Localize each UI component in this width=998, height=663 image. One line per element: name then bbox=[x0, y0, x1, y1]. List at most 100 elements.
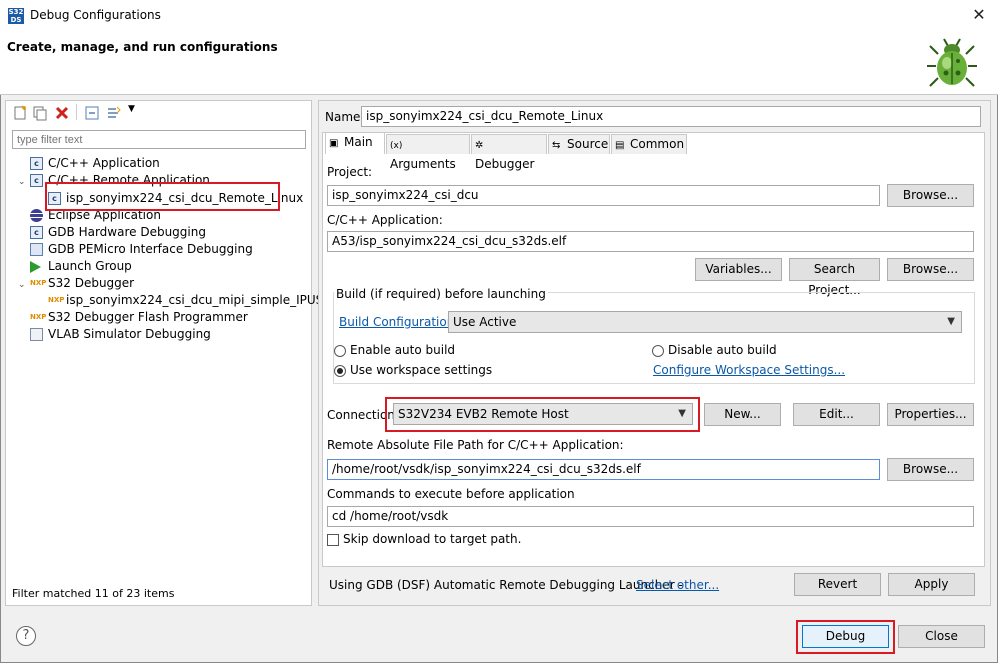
expand-chevron-icon[interactable]: ⌄ bbox=[18, 174, 30, 191]
tab-source[interactable]: ⇆ Source bbox=[548, 134, 610, 154]
variables-button[interactable]: Variables... bbox=[695, 258, 782, 281]
tree-item[interactable]: ⌄ NXP S32 Debugger bbox=[18, 275, 308, 292]
selected-config-highlight bbox=[45, 182, 280, 211]
c-icon: c bbox=[30, 174, 43, 187]
debug-highlight bbox=[796, 620, 895, 654]
tab-label: Main bbox=[344, 135, 373, 149]
tab-arguments[interactable]: (x) Arguments bbox=[386, 134, 470, 171]
filter-input[interactable] bbox=[12, 130, 306, 149]
application-field[interactable]: A53/isp_sonyimx224_csi_dcu_s32ds.elf bbox=[327, 231, 974, 252]
new-configuration-icon[interactable] bbox=[12, 105, 28, 121]
pemicro-icon bbox=[30, 243, 43, 256]
apply-button[interactable]: Apply bbox=[888, 573, 975, 596]
tree-item-label: GDB PEMicro Interface Debugging bbox=[48, 242, 253, 256]
use-workspace-settings-radio[interactable]: Use workspace settings bbox=[334, 363, 492, 377]
checkbox-icon bbox=[327, 533, 339, 546]
duplicate-icon[interactable] bbox=[32, 105, 48, 121]
tab-main[interactable]: ▣ Main bbox=[325, 132, 385, 154]
name-field[interactable]: isp_sonyimx224_csi_dcu_Remote_Linux bbox=[361, 106, 981, 127]
configure-workspace-link[interactable]: Configure Workspace Settings... bbox=[653, 363, 845, 377]
use-workspace-settings-label: Use workspace settings bbox=[350, 363, 493, 377]
nxp-icon: NXP bbox=[30, 279, 47, 287]
application-browse-button[interactable]: Browse... bbox=[887, 258, 974, 281]
remote-path-label: Remote Absolute File Path for C/C++ Appl… bbox=[327, 438, 624, 452]
build-group-label: Build (if required) before launching bbox=[334, 287, 548, 301]
build-configuration-value: Use Active bbox=[453, 315, 517, 329]
vlab-icon bbox=[30, 328, 43, 341]
delete-icon[interactable] bbox=[54, 105, 70, 121]
close-button[interactable]: Close bbox=[898, 625, 985, 648]
application-label: C/C++ Application: bbox=[327, 213, 443, 227]
skip-download-label: Skip download to target path. bbox=[343, 532, 522, 546]
tab-label: Source bbox=[567, 137, 609, 151]
chevron-down-icon[interactable]: ▼ bbox=[128, 104, 135, 114]
tree-item[interactable]: c C/C++ Application bbox=[18, 155, 308, 172]
header-title: Create, manage, and run configurations bbox=[7, 40, 278, 54]
tab-common[interactable]: ▤ Common bbox=[611, 134, 687, 154]
tree-item-label: S32 Debugger Flash Programmer bbox=[48, 310, 248, 324]
revert-button[interactable]: Revert bbox=[794, 573, 881, 596]
tree-item[interactable]: c GDB Hardware Debugging bbox=[18, 224, 308, 241]
collapse-all-icon[interactable] bbox=[84, 105, 100, 121]
eclipse-icon bbox=[30, 209, 43, 222]
bug-icon bbox=[927, 38, 977, 87]
project-browse-button[interactable]: Browse... bbox=[887, 184, 974, 207]
disable-auto-build-label: Disable auto build bbox=[668, 343, 777, 357]
toolbar-separator bbox=[76, 104, 77, 120]
radio-icon bbox=[652, 344, 664, 357]
window-title: Debug Configurations bbox=[30, 8, 161, 22]
search-project-button[interactable]: Search Project... bbox=[789, 258, 880, 297]
skip-download-checkbox[interactable]: Skip download to target path. bbox=[327, 532, 521, 546]
filter-configurations-icon[interactable] bbox=[106, 105, 122, 121]
arguments-tab-icon: (x) bbox=[390, 141, 403, 151]
radio-selected-icon bbox=[334, 364, 346, 377]
tab-label: Arguments bbox=[390, 157, 456, 171]
tree-item[interactable]: VLAB Simulator Debugging bbox=[18, 326, 308, 343]
enable-auto-build-label: Enable auto build bbox=[350, 343, 456, 357]
commands-label: Commands to execute before application bbox=[327, 487, 575, 501]
tree-item[interactable]: Launch Group bbox=[18, 258, 308, 275]
chevron-down-icon: ▼ bbox=[947, 316, 955, 327]
tab-label: Debugger bbox=[475, 157, 535, 171]
nxp-icon: NXP bbox=[48, 296, 65, 304]
common-tab-icon: ▤ bbox=[615, 140, 625, 151]
select-other-link[interactable]: Select other... bbox=[636, 578, 719, 592]
tree-item[interactable]: NXP S32 Debugger Flash Programmer bbox=[18, 309, 308, 326]
close-icon[interactable]: ✕ bbox=[966, 4, 992, 26]
main-tab-icon: ▣ bbox=[329, 138, 339, 149]
connection-new-button[interactable]: New... bbox=[704, 403, 781, 426]
expand-chevron-icon[interactable]: ⌄ bbox=[18, 277, 30, 294]
enable-auto-build-radio[interactable]: Enable auto build bbox=[334, 343, 455, 357]
build-configuration-select[interactable]: Use Active ▼ bbox=[448, 311, 962, 333]
debugger-tab-icon: ✲ bbox=[475, 140, 484, 151]
tree-item[interactable]: GDB PEMicro Interface Debugging bbox=[18, 241, 308, 258]
help-icon[interactable]: ? bbox=[16, 626, 36, 646]
tree-item-label: GDB Hardware Debugging bbox=[48, 225, 206, 239]
launcher-text: Using GDB (DSF) Automatic Remote Debuggi… bbox=[329, 578, 683, 592]
build-configuration-link[interactable]: Build Configuration: bbox=[339, 315, 458, 329]
tree-item-label: Launch Group bbox=[48, 259, 132, 273]
source-tab-icon: ⇆ bbox=[552, 140, 561, 151]
c-icon: c bbox=[30, 226, 43, 239]
connection-edit-button[interactable]: Edit... bbox=[793, 403, 880, 426]
commands-field[interactable]: cd /home/root/vsdk bbox=[327, 506, 974, 527]
tree-item-label: S32 Debugger bbox=[48, 276, 135, 290]
play-icon bbox=[30, 260, 41, 273]
filter-status: Filter matched 11 of 23 items bbox=[12, 587, 175, 600]
remote-path-field[interactable]: /home/root/vsdk/isp_sonyimx224_csi_dcu_s… bbox=[327, 459, 880, 480]
project-field[interactable]: isp_sonyimx224_csi_dcu bbox=[327, 185, 880, 206]
tree-item[interactable]: NXP isp_sonyimx224_csi_dcu_mipi_simple_IP… bbox=[18, 292, 331, 309]
remote-path-browse-button[interactable]: Browse... bbox=[887, 458, 974, 481]
tree-item-label: isp_sonyimx224_csi_dcu_mipi_simple_IPUS0 bbox=[66, 293, 331, 307]
name-label: Name: bbox=[325, 110, 365, 124]
tab-label: Common bbox=[630, 137, 685, 151]
c-icon: c bbox=[30, 157, 43, 170]
tree-item-label: C/C++ Application bbox=[48, 156, 160, 170]
disable-auto-build-radio[interactable]: Disable auto build bbox=[652, 343, 777, 357]
nxp-icon: NXP bbox=[30, 313, 47, 321]
s32ds-app-icon: S32 DS bbox=[8, 8, 24, 24]
project-label: Project: bbox=[327, 165, 373, 179]
connection-properties-button[interactable]: Properties... bbox=[887, 403, 974, 426]
tree-item-label: VLAB Simulator Debugging bbox=[48, 327, 211, 341]
tab-debugger[interactable]: ✲ Debugger bbox=[471, 134, 547, 171]
